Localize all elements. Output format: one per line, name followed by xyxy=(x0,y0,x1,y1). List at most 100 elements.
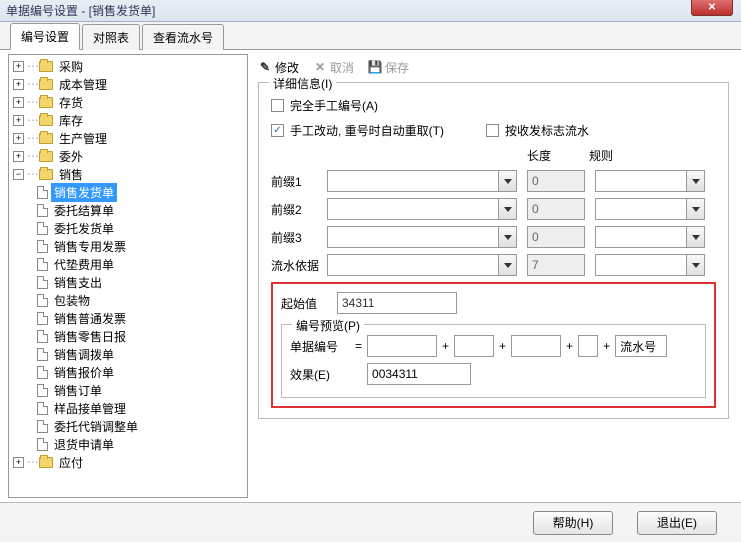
prefix2-combo[interactable] xyxy=(327,198,517,220)
serial-basis-combo[interactable] xyxy=(327,254,517,276)
prefix3-label: 前缀3 xyxy=(271,229,327,246)
folder-icon xyxy=(39,151,53,162)
prefix1-length: 0 xyxy=(527,170,585,192)
tree-node-cost[interactable]: 成本管理 xyxy=(56,75,110,94)
tree-node[interactable]: 销售零售日报 xyxy=(51,327,129,346)
detail-legend: 详细信息(I) xyxy=(269,75,336,92)
save-button[interactable]: 💾保存 xyxy=(368,59,409,76)
folder-icon xyxy=(39,133,53,144)
plus-sign: + xyxy=(439,339,452,353)
category-tree[interactable]: +⋯采购 +⋯成本管理 +⋯存货 +⋯库存 +⋯生产管理 +⋯委外 −⋯销售 销… xyxy=(8,54,248,498)
dropdown-icon[interactable] xyxy=(686,199,704,219)
expander-icon[interactable]: + xyxy=(13,79,24,90)
prefix2-rule-combo[interactable] xyxy=(595,198,705,220)
window-close-button[interactable]: ✕ xyxy=(691,0,733,16)
tree-node-sales[interactable]: 销售 xyxy=(56,165,86,184)
tab-serial[interactable]: 查看流水号 xyxy=(142,24,224,50)
dropdown-icon[interactable] xyxy=(498,227,516,247)
byflag-label: 按收发标志流水 xyxy=(505,122,589,139)
dropdown-icon[interactable] xyxy=(498,199,516,219)
manual-numbering-checkbox[interactable] xyxy=(271,99,284,112)
tree-node[interactable]: 销售支出 xyxy=(51,273,105,292)
document-icon xyxy=(37,384,48,397)
serial-basis-label: 流水依据 xyxy=(271,257,327,274)
document-icon xyxy=(37,276,48,289)
tree-node-payable[interactable]: 应付 xyxy=(56,453,86,472)
expander-icon[interactable]: + xyxy=(13,151,24,162)
byflag-checkbox[interactable] xyxy=(486,124,499,137)
tree-node-production[interactable]: 生产管理 xyxy=(56,129,110,148)
tree-node-stock[interactable]: 库存 xyxy=(56,111,86,130)
tree-node-purchase[interactable]: 采购 xyxy=(56,57,86,76)
preview-part3 xyxy=(511,335,561,357)
folder-icon xyxy=(39,79,53,90)
length-column-header: 长度 xyxy=(527,147,589,164)
preview-part1 xyxy=(367,335,437,357)
tree-node[interactable]: 包装物 xyxy=(51,291,93,310)
document-icon xyxy=(37,204,48,217)
dropdown-icon[interactable] xyxy=(498,171,516,191)
manual-numbering-label: 完全手工编号(A) xyxy=(290,97,378,114)
tree-node[interactable]: 退货申请单 xyxy=(51,435,117,454)
tree-node[interactable]: 销售订单 xyxy=(51,381,105,400)
document-icon xyxy=(37,222,48,235)
preview-part2 xyxy=(454,335,494,357)
prefix1-combo[interactable] xyxy=(327,170,517,192)
cancel-button[interactable]: ✕取消 xyxy=(313,59,354,76)
tree-node[interactable]: 销售调拨单 xyxy=(51,345,117,364)
expander-icon[interactable]: + xyxy=(13,61,24,72)
document-icon xyxy=(37,258,48,271)
expander-icon[interactable]: + xyxy=(13,457,24,468)
dropdown-icon[interactable] xyxy=(686,255,704,275)
expander-icon[interactable]: + xyxy=(13,133,24,144)
tree-node[interactable]: 销售专用发票 xyxy=(51,237,129,256)
tree-node[interactable]: 代垫费用单 xyxy=(51,255,117,274)
help-button[interactable]: 帮助(H) xyxy=(533,511,613,535)
exit-button[interactable]: 退出(E) xyxy=(637,511,717,535)
detail-fieldset: 详细信息(I) 完全手工编号(A) ✓ 手工改动, 重号时自动重取(T) 按收发… xyxy=(258,82,729,419)
tab-mapping[interactable]: 对照表 xyxy=(82,24,140,50)
preview-part4 xyxy=(578,335,598,357)
folder-icon xyxy=(39,169,53,180)
folder-icon xyxy=(39,61,53,72)
document-icon xyxy=(37,294,48,307)
document-icon xyxy=(37,312,48,325)
tree-node[interactable]: 样品接单管理 xyxy=(51,399,129,418)
expander-icon[interactable]: + xyxy=(13,97,24,108)
document-icon xyxy=(37,240,48,253)
expander-icon[interactable]: − xyxy=(13,169,24,180)
preview-serial: 流水号 xyxy=(615,335,667,357)
folder-icon xyxy=(39,115,53,126)
prefix1-rule-combo[interactable] xyxy=(595,170,705,192)
tab-bar: 编号设置 对照表 查看流水号 xyxy=(0,22,741,50)
tree-node-sales-delivery[interactable]: 销售发货单 xyxy=(51,183,117,202)
doc-number-label: 单据编号 xyxy=(290,338,350,355)
auto-requery-label: 手工改动, 重号时自动重取(T) xyxy=(290,122,444,139)
tree-node[interactable]: 销售普通发票 xyxy=(51,309,129,328)
result-value: 0034311 xyxy=(367,363,471,385)
dropdown-icon[interactable] xyxy=(686,171,704,191)
tree-node-inventory[interactable]: 存货 xyxy=(56,93,86,112)
prefix3-length: 0 xyxy=(527,226,585,248)
dropdown-icon[interactable] xyxy=(686,227,704,247)
tree-node[interactable]: 委托代销调整单 xyxy=(51,417,141,436)
prefix3-combo[interactable] xyxy=(327,226,517,248)
plus-sign: + xyxy=(600,339,613,353)
tree-node-outsource[interactable]: 委外 xyxy=(56,147,86,166)
preview-legend: 编号预览(P) xyxy=(292,317,364,334)
tree-node[interactable]: 委托发货单 xyxy=(51,219,117,238)
edit-button[interactable]: ✎修改 xyxy=(258,59,299,76)
prefix3-rule-combo[interactable] xyxy=(595,226,705,248)
start-value-input[interactable]: 34311 xyxy=(337,292,457,314)
serial-basis-rule-combo[interactable] xyxy=(595,254,705,276)
tab-numbering[interactable]: 编号设置 xyxy=(10,23,80,50)
auto-requery-checkbox[interactable]: ✓ xyxy=(271,124,284,137)
result-label: 效果(E) xyxy=(290,366,350,383)
tree-node[interactable]: 销售报价单 xyxy=(51,363,117,382)
dropdown-icon[interactable] xyxy=(498,255,516,275)
tree-node[interactable]: 委托结算单 xyxy=(51,201,117,220)
cancel-icon: ✕ xyxy=(313,60,327,74)
expander-icon[interactable]: + xyxy=(13,115,24,126)
document-icon xyxy=(37,420,48,433)
start-value-label: 起始值 xyxy=(281,295,337,312)
